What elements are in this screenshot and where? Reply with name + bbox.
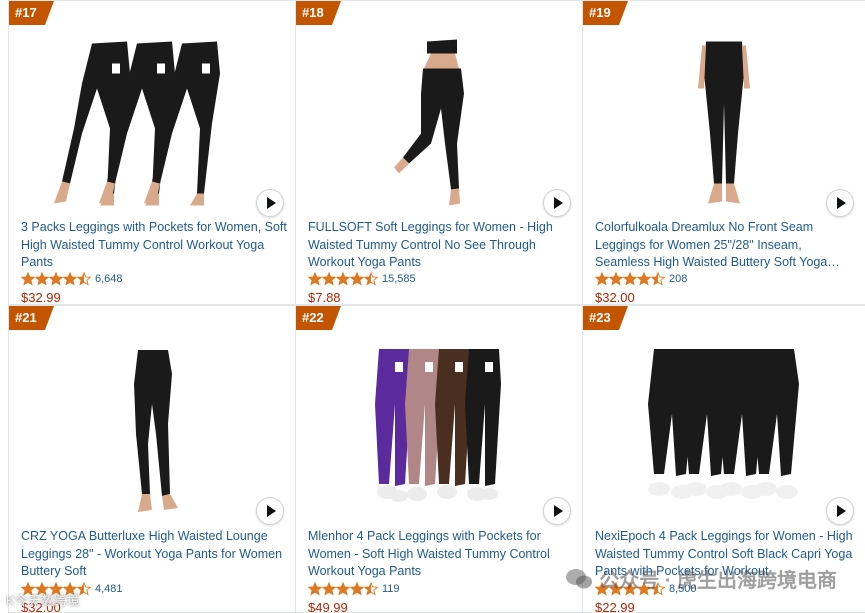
star-icon <box>637 272 651 286</box>
star-icon <box>35 582 49 596</box>
three-pack-leggings-image <box>54 41 220 206</box>
product-title-link[interactable]: Colorfulkoala Dreamlux No Front Seam Leg… <box>595 219 857 272</box>
single-leggings-side-image <box>134 350 178 512</box>
review-count[interactable]: 6,648 <box>95 273 123 285</box>
four-pack-black-leggings-image <box>648 349 799 499</box>
star-icon <box>595 582 609 596</box>
product-image[interactable] <box>296 31 582 216</box>
rating[interactable]: 15,585 <box>308 272 416 286</box>
four-pack-colored-leggings-image <box>375 349 501 502</box>
star-icon <box>609 272 623 286</box>
star-icon <box>21 582 35 596</box>
star-rating-icon <box>595 582 665 596</box>
play-video-button[interactable] <box>256 189 284 217</box>
star-icon <box>336 272 350 286</box>
star-icon <box>623 272 637 286</box>
product-card-18[interactable]: #18 FULLSOFT Soft Leggings for Women - H… <box>296 0 583 305</box>
product-card-19[interactable]: #19 Colorfulkoala Dreamlux No Front Seam… <box>583 0 865 305</box>
star-icon <box>63 582 77 596</box>
product-image[interactable] <box>9 31 295 216</box>
star-rating-icon <box>308 272 378 286</box>
star-icon <box>35 272 49 286</box>
rating[interactable]: 208 <box>595 272 687 286</box>
star-icon <box>637 582 651 596</box>
star-rating-icon <box>21 582 91 596</box>
play-video-button[interactable] <box>256 497 284 525</box>
star-rating-icon <box>21 272 91 286</box>
single-leggings-image <box>394 39 464 206</box>
star-icon <box>609 582 623 596</box>
product-image[interactable] <box>583 344 865 524</box>
star-icon <box>364 582 378 596</box>
rating[interactable]: 8,500 <box>595 582 697 596</box>
star-icon <box>350 272 364 286</box>
product-card-23[interactable]: #23 NexiEpoch 4 Pack Leggings for Women … <box>583 305 865 613</box>
product-image[interactable] <box>583 31 865 216</box>
rank-badge: #19 <box>583 1 628 25</box>
product-title-link[interactable]: NexiEpoch 4 Pack Leggings for Women - Hi… <box>595 528 857 581</box>
star-icon <box>651 582 665 596</box>
review-count[interactable]: 8,500 <box>669 583 697 595</box>
star-icon <box>49 272 63 286</box>
star-icon <box>308 582 322 596</box>
product-grid: #17 3 Packs Leggings with Pockets for Wo… <box>8 0 865 613</box>
price: $32.00 <box>595 290 635 305</box>
product-card-17[interactable]: #17 3 Packs Leggings with Pockets for Wo… <box>9 0 296 305</box>
star-icon <box>322 272 336 286</box>
play-video-button[interactable] <box>543 497 571 525</box>
star-icon <box>364 272 378 286</box>
star-rating-icon <box>595 272 665 286</box>
product-title-link[interactable]: FULLSOFT Soft Leggings for Women - High … <box>308 219 574 272</box>
star-icon <box>651 272 665 286</box>
product-title-link[interactable]: 3 Packs Leggings with Pockets for Women,… <box>21 219 287 272</box>
price: $22.99 <box>595 600 635 613</box>
price: $7.88 <box>308 290 341 305</box>
review-count[interactable]: 4,481 <box>95 583 123 595</box>
star-icon <box>623 582 637 596</box>
star-icon <box>308 272 322 286</box>
product-card-22[interactable]: #22 Mlenhor 4 Pack Leggings with Pockets… <box>296 305 583 613</box>
price: $32.99 <box>21 290 61 305</box>
review-count[interactable]: 208 <box>669 273 687 285</box>
price: $32.00 <box>21 600 61 613</box>
star-icon <box>63 272 77 286</box>
star-icon <box>21 272 35 286</box>
review-count[interactable]: 119 <box>382 583 400 595</box>
star-icon <box>77 582 91 596</box>
rank-badge: #18 <box>296 1 341 25</box>
rank-badge: #21 <box>9 306 54 330</box>
product-title-link[interactable]: CRZ YOGA Butterluxe High Waisted Lounge … <box>21 528 287 581</box>
play-video-button[interactable] <box>826 497 854 525</box>
star-rating-icon <box>308 582 378 596</box>
product-image[interactable] <box>296 344 582 524</box>
rating[interactable]: 6,648 <box>21 272 123 286</box>
star-icon <box>77 272 91 286</box>
rating[interactable]: 4,481 <box>21 582 123 596</box>
rank-badge: #17 <box>9 1 54 25</box>
star-icon <box>350 582 364 596</box>
single-leggings-front-image <box>698 41 750 204</box>
play-video-button[interactable] <box>826 189 854 217</box>
star-icon <box>322 582 336 596</box>
star-icon <box>49 582 63 596</box>
rank-badge: #22 <box>296 306 341 330</box>
rank-badge: #23 <box>583 306 628 330</box>
product-title-link[interactable]: Mlenhor 4 Pack Leggings with Pockets for… <box>308 528 574 581</box>
review-count[interactable]: 15,585 <box>382 273 416 285</box>
star-icon <box>595 272 609 286</box>
product-card-21[interactable]: #21 CRZ YOGA Butterluxe High Waisted Lou… <box>9 305 296 613</box>
play-video-button[interactable] <box>543 189 571 217</box>
price: $49.99 <box>308 600 348 613</box>
rating[interactable]: 119 <box>308 582 400 596</box>
star-icon <box>336 582 350 596</box>
product-image[interactable] <box>9 344 295 524</box>
